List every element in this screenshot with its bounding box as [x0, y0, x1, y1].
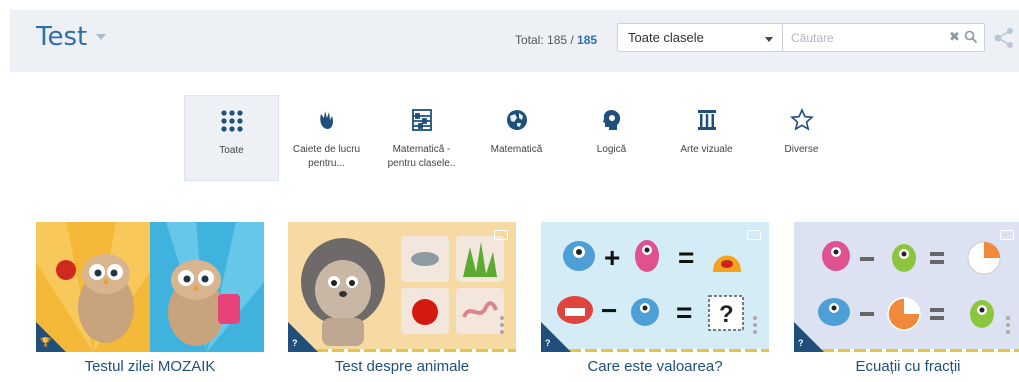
chevron-down-icon [765, 37, 773, 42]
star-icon [789, 108, 814, 131]
category-label: Matematică [490, 144, 543, 155]
plus-sign: + [604, 242, 620, 273]
search-box: ✖ [782, 23, 985, 52]
search-icon[interactable] [964, 30, 978, 44]
category-label: Arte vizuale [680, 144, 733, 155]
expand-icon[interactable] [1000, 230, 1014, 240]
category-label: Caiete de lucru pentru... [292, 144, 361, 169]
progress-strip [569, 349, 769, 352]
card-title[interactable]: Care este valoarea? [541, 358, 769, 375]
clear-icon[interactable]: ✖ [949, 29, 960, 45]
category-all[interactable]: Toate [184, 95, 279, 181]
card-thumbnail[interactable]: ? [794, 222, 1019, 352]
category-workbooks[interactable]: Caiete de lucru pentru... [279, 95, 374, 181]
category-label: Toate [219, 145, 244, 156]
category-logic[interactable]: Logică [564, 95, 659, 181]
card-thumbnail[interactable]: ? [288, 222, 516, 352]
expand-icon[interactable] [747, 230, 761, 240]
more-icon[interactable] [500, 316, 504, 336]
category-math[interactable]: Matematică [469, 95, 564, 181]
more-icon[interactable] [753, 316, 757, 336]
hedgehog-illustration [288, 222, 516, 352]
class-select[interactable]: Toate clasele [617, 23, 785, 52]
category-label: Diverse [784, 144, 819, 155]
question-icon: ? [798, 338, 804, 348]
category-visual-arts[interactable]: Arte vizuale [659, 95, 754, 181]
card-title[interactable]: Ecuații cu fracții [794, 358, 1019, 375]
category-label: Matematică - pentru clasele.. [387, 144, 456, 169]
card-thumbnail[interactable]: 🏆 [36, 222, 264, 352]
fractions-illustration [794, 222, 1019, 352]
card-thumbnail[interactable]: + = − = ? ? [541, 222, 769, 352]
head-icon [602, 110, 620, 130]
category-label: Logică [596, 144, 627, 155]
page-title[interactable]: Test [36, 22, 87, 52]
column-icon [697, 110, 716, 130]
search-input[interactable] [791, 28, 941, 48]
progress-strip [822, 349, 1019, 352]
minus-sign: − [601, 295, 617, 326]
card-title[interactable]: Testul zilei MOZAIK [36, 358, 264, 375]
progress-strip [316, 349, 516, 352]
question-icon: ? [292, 338, 298, 348]
card-fraction-equations[interactable]: ? Ecuații cu fracții [794, 222, 1019, 382]
more-icon[interactable] [1006, 316, 1010, 336]
trophy-icon: 🏆 [40, 337, 52, 347]
question-icon: ? [545, 338, 551, 348]
category-misc[interactable]: Diverse [754, 95, 849, 181]
abacus-icon [411, 109, 432, 131]
globe-icon [506, 110, 527, 130]
class-select-value: Toate clasele [628, 30, 704, 45]
owls-illustration [36, 222, 264, 352]
total-counter: Total: 185 / 185 [515, 33, 597, 47]
card-title[interactable]: Test despre animale [288, 358, 516, 375]
equals-sign: = [676, 297, 692, 328]
top-bar: Test Total: 185 / 185 Toate clasele ✖ [10, 10, 1019, 72]
monsters-equation-illustration: + = − = ? [541, 222, 769, 352]
equals-sign: = [678, 242, 694, 273]
expand-icon[interactable] [494, 230, 508, 240]
total-count: 185 [577, 33, 598, 47]
grid-icon [220, 110, 243, 132]
hand-icon [319, 111, 333, 129]
total-label: Total: 185 / [515, 33, 578, 47]
unknown-mark: ? [719, 301, 734, 328]
title-chevron-down-icon[interactable] [96, 34, 106, 40]
category-math-classes[interactable]: Matematică - pentru clasele.. [374, 95, 469, 181]
share-icon[interactable] [992, 27, 1016, 49]
